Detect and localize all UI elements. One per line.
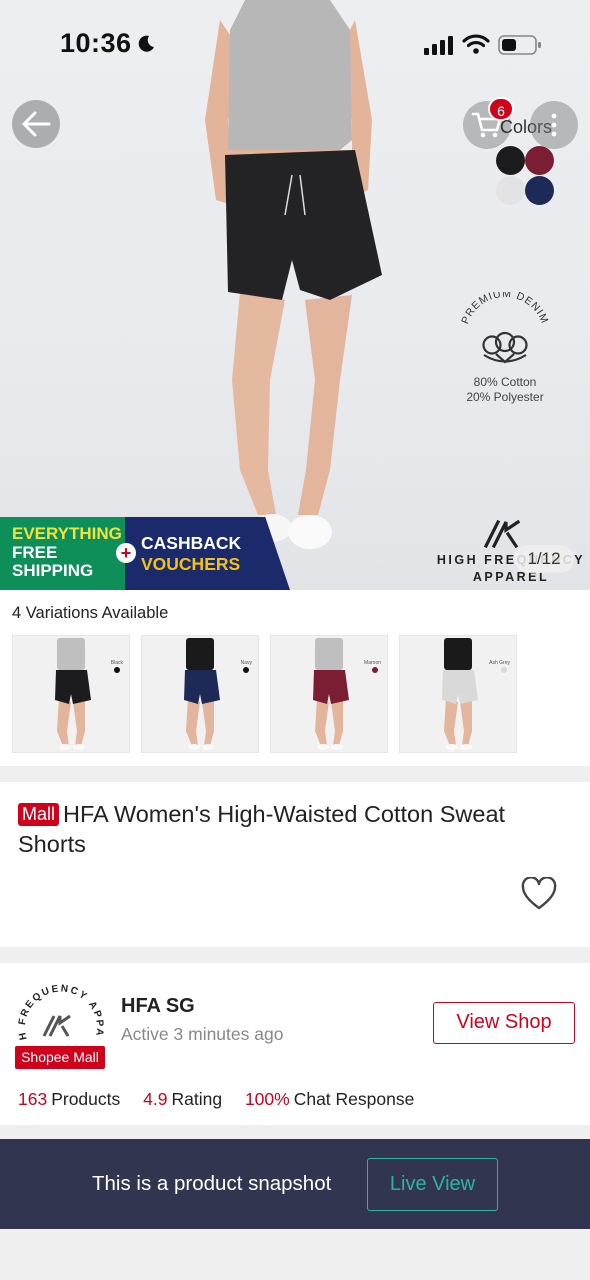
stat-rating: 4.9 Rating (143, 1089, 223, 1109)
variation-label: Maroon (364, 660, 381, 666)
svg-text:PREMIUM DENIM: PREMIUM DENIM (459, 292, 551, 326)
arrow-left-icon (22, 111, 51, 137)
status-time: 10:36 (60, 28, 132, 58)
color-swatch-maroon (525, 146, 554, 175)
shop-card: HIGH FREQUENCY APPAREL Shopee Mall HFA S… (0, 963, 590, 1125)
variation-label: Ash Grey (489, 660, 510, 666)
snapshot-text: This is a product snapshot (92, 1172, 332, 1195)
cotton-flower-icon: PREMIUM DENIM (459, 288, 551, 364)
product-title-card: Mall HFA Women's High-Waisted Cotton Swea… (0, 782, 590, 947)
variation-thumbnail[interactable]: Navy (141, 635, 259, 753)
variation-color-dot (501, 667, 507, 673)
variation-photo (442, 638, 478, 750)
stat-products: 163 Products (18, 1089, 121, 1109)
back-button[interactable] (12, 100, 60, 148)
view-shop-button[interactable]: View Shop (433, 1002, 575, 1044)
product-page: 10:36 6 Colors PREMIUM DENIM 80% Cotton … (0, 0, 590, 1280)
promo-banner: EVERYTHING FREE SHIPPING + CASHBACK VOUC… (0, 517, 290, 590)
mall-badge: Mall (18, 803, 60, 826)
more-options-button[interactable] (530, 101, 578, 149)
variations-title: 4 Variations Available (12, 604, 169, 622)
color-swatch-black (496, 146, 525, 175)
battery-icon (498, 35, 541, 55)
snapshot-bar: This is a product snapshot Live View (0, 1139, 590, 1229)
shop-name[interactable]: HFA SG (121, 995, 195, 1018)
variation-color-dot (243, 667, 249, 673)
variation-color-dot (372, 667, 378, 673)
stat-chat-response: 100% Chat Response (244, 1089, 415, 1109)
live-view-button[interactable]: Live View (367, 1158, 498, 1211)
wifi-icon (462, 34, 490, 54)
variation-photo (313, 638, 349, 750)
variation-thumbnail[interactable]: Black (12, 635, 130, 753)
shop-stats: 163 Products 4.9 Rating 100% Chat Response (18, 1089, 432, 1110)
status-bar: 10:36 (0, 0, 590, 88)
material-line-cotton: 80% Cotton (473, 375, 537, 389)
more-vertical-icon (551, 113, 557, 137)
product-image-carousel[interactable]: 10:36 6 Colors PREMIUM DENIM 80% Cotton … (0, 0, 590, 590)
shop-active-status: Active 3 minutes ago (121, 1024, 284, 1044)
material-arc-text: PREMIUM DENIM (459, 288, 550, 326)
heart-icon[interactable] (521, 877, 557, 911)
material-line-polyester: 20% Polyester (466, 390, 544, 404)
product-name: HFA Women's High-Waisted Cotton Sweat Sh… (18, 801, 506, 857)
variation-photo (55, 638, 91, 750)
promo-free-shipping: EVERYTHING FREE SHIPPING (12, 524, 122, 580)
variations-section: 4 Variations Available Black Navy Maroon As… (0, 590, 590, 766)
product-title: Mall HFA Women's High-Waisted Cotton Swea… (18, 799, 573, 859)
material-badge: PREMIUM DENIM 80% Cotton 20% Polyester (452, 288, 558, 405)
variation-label: Black (110, 660, 123, 666)
color-swatch-ash-grey (496, 176, 525, 205)
variation-thumbnail[interactable]: Ash Grey (399, 635, 517, 753)
plus-icon: + (116, 543, 136, 563)
signal-icon (424, 36, 453, 55)
brand-logo-icon (484, 520, 521, 548)
shopee-mall-tag: Shopee Mall (15, 1046, 105, 1069)
color-swatch-navy (525, 176, 554, 205)
variation-label: Navy (240, 660, 252, 666)
moon-icon (138, 35, 154, 52)
image-page-counter: 1/12 (514, 545, 574, 573)
promo-cashback: CASHBACK VOUCHERS (141, 533, 242, 574)
variation-photo (184, 638, 220, 750)
variation-color-dot (114, 667, 120, 673)
variation-thumbnail[interactable]: Maroon (270, 635, 388, 753)
